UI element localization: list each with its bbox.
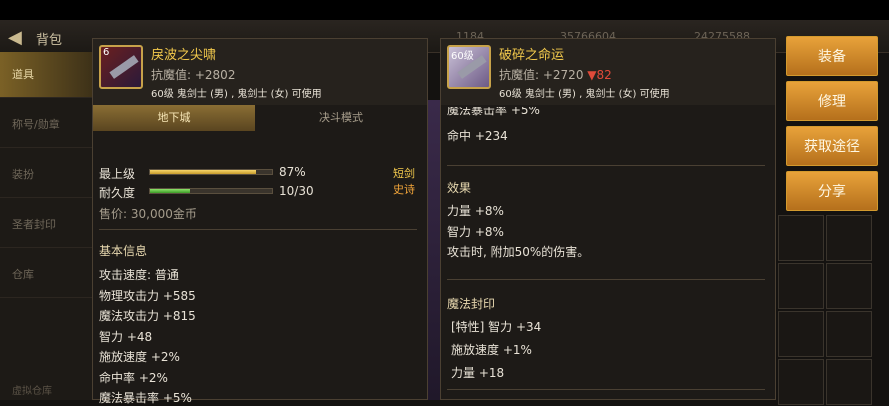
divider [447,389,765,390]
inventory-grid [778,215,889,405]
durability-label: 耐久度 [99,186,136,200]
mode-tabs: 地下城 决斗模式 [93,105,427,131]
effects-title: 效果 [447,181,472,195]
inventory-slot[interactable] [778,311,824,357]
stat-line: 攻击速度: 普通 [99,268,179,282]
weapon-type: 短剑 [393,167,415,180]
price: 售价: 30,000金币 [99,207,197,221]
inventory-slot[interactable] [778,263,824,309]
seal-line: [特性] 智力 +34 [451,320,542,334]
effect-line: 智力 +8% [447,225,504,239]
stat-line: 物理攻击力 +585 [99,289,196,303]
max-level-fill [150,170,257,174]
rarity: 史诗 [393,183,415,196]
sidebar-item-storage[interactable]: 仓库 [0,252,92,298]
equip-button[interactable]: 装备 [786,36,878,76]
sidebar-item-costume[interactable]: 装扮 [0,152,92,198]
stat-line: 智力 +48 [99,330,153,344]
stat-line: 魔法攻击力 +815 [99,309,196,323]
status-bar [0,0,889,20]
background-art [428,100,440,400]
item-level-badge: 6 [103,47,110,58]
virtual-storage-link[interactable]: 虚拟仓库 [12,382,52,397]
durability-bar [149,188,273,194]
magic-resist: 抗魔值: +2720 ▼82 [499,66,612,83]
class-requirement: 60级 鬼剑士 (男) , 鬼剑士 (女) 可使用 [499,89,670,100]
magic-resist-value: 抗魔值: +2720 [499,68,584,82]
divider [447,165,765,166]
page-title: 背包 [36,33,63,48]
max-level-value: 87% [279,165,306,179]
stat-line-partial: 魔法暴击率 +5% [447,107,540,117]
divider [99,229,417,230]
effect-line: 攻击时, 附加50%的伤害。 [447,245,590,259]
divider [447,279,765,280]
seal-line: 力量 +18 [451,366,505,380]
stat-line: 魔法暴击率 +5% [99,391,192,405]
max-level-label: 最上级 [99,167,136,181]
item-tooltip-right: 60级 破碎之命运 抗魔值: +2720 ▼82 60级 鬼剑士 (男) , 鬼… [440,38,776,400]
item-tooltip-left: 6 戾波之尖啸 抗魔值: +2802 60级 鬼剑士 (男) , 鬼剑士 (女)… [92,38,428,405]
sidebar: 道具 称号/勋章 装扮 圣者封印 仓库 [0,52,92,400]
inventory-slot[interactable] [826,263,872,309]
tab-dungeon[interactable]: 地下城 [93,105,255,131]
inventory-slot[interactable] [826,359,872,405]
weapon-icon: 60级 [447,45,491,89]
basic-info-title: 基本信息 [99,244,148,258]
magic-resist-diff: ▼82 [587,68,612,82]
magic-resist: 抗魔值: +2802 [151,68,236,82]
back-arrow-icon[interactable]: ◀ [8,27,22,48]
stat-line: 命中率 +2% [99,371,168,385]
obtain-source-button[interactable]: 获取途径 [786,126,878,166]
durability-value: 10/30 [279,184,314,198]
share-button[interactable]: 分享 [786,171,878,211]
sidebar-item-seal[interactable]: 圣者封印 [0,202,92,248]
weapon-icon: 6 [99,45,143,89]
stat-line: 施放速度 +2% [99,350,180,364]
magic-seal-title: 魔法封印 [447,297,496,311]
stat-line: 命中 +234 [447,129,508,143]
durability-fill [150,189,191,193]
item-level-badge: 60级 [451,51,474,62]
class-requirement: 60级 鬼剑士 (男) , 鬼剑士 (女) 可使用 [151,89,322,100]
tab-pvp[interactable]: 决斗模式 [255,105,427,131]
inventory-slot[interactable] [826,311,872,357]
effect-line: 力量 +8% [447,204,504,218]
inventory-slot[interactable] [778,215,824,261]
repair-button[interactable]: 修理 [786,81,878,121]
inventory-slot[interactable] [778,359,824,405]
max-level-bar [149,169,273,175]
sidebar-item-props[interactable]: 道具 [0,52,92,98]
inventory-slot[interactable] [826,215,872,261]
dagger-icon [109,55,139,79]
seal-line: 施放速度 +1% [451,343,532,357]
item-name: 戾波之尖啸 [151,48,217,63]
item-name: 破碎之命运 [499,48,565,63]
sidebar-item-titles[interactable]: 称号/勋章 [0,102,92,148]
